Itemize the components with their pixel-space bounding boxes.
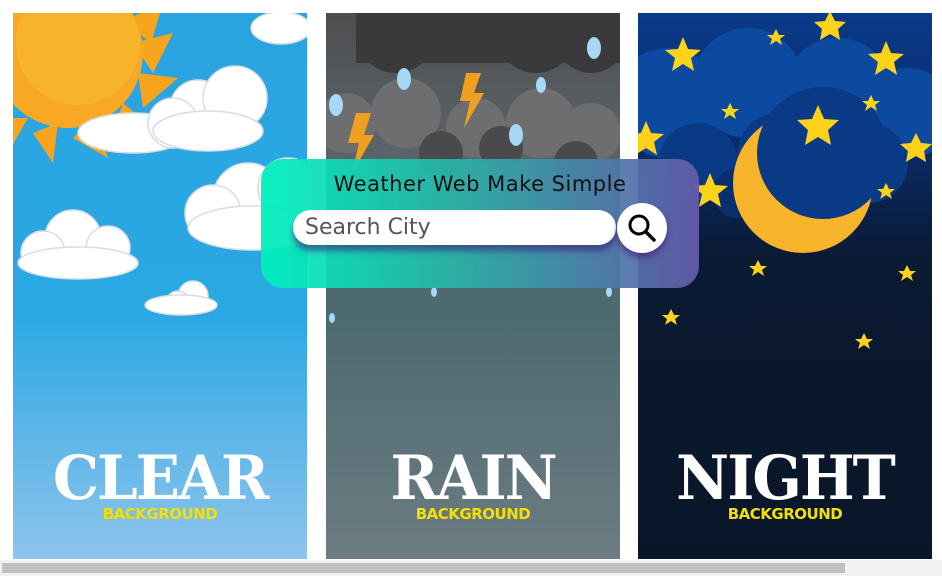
night-subtitle: BACKGROUND (727, 505, 843, 523)
clear-title: CLEAR (52, 442, 269, 514)
app-title: Weather Web Make Simple (333, 172, 627, 196)
horizontal-scrollbar[interactable] (0, 560, 942, 576)
storm-cloud-icon (356, 13, 620, 73)
search-city-input[interactable] (293, 210, 616, 245)
rain-subtitle: BACKGROUND (415, 505, 531, 523)
search-card: Weather Web Make Simple (261, 159, 699, 288)
clear-background-panel: CLEAR BACKGROUND (13, 13, 307, 559)
search-button[interactable] (617, 203, 667, 253)
scrollbar-thumb[interactable] (2, 563, 845, 573)
rain-title: RAIN (390, 442, 557, 514)
search-icon (628, 214, 656, 242)
clear-subtitle: BACKGROUND (102, 505, 218, 523)
night-title: NIGHT (676, 442, 896, 514)
